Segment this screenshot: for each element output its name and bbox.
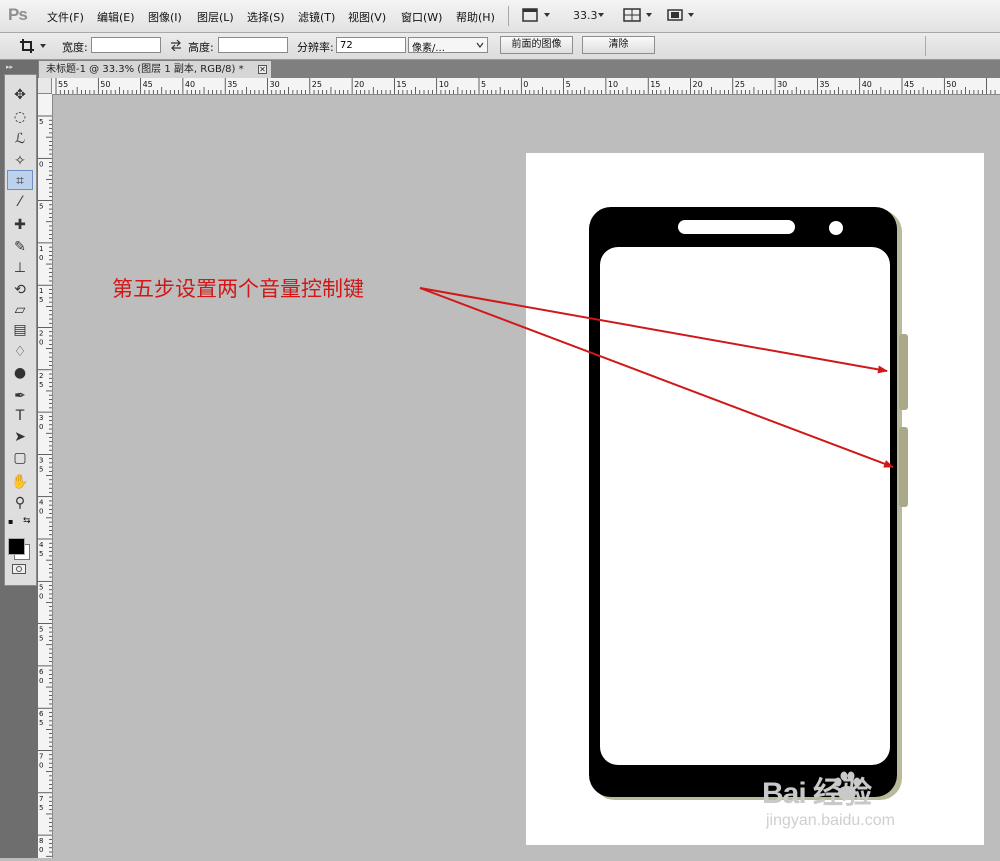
annotation-text: 第五步设置两个音量控制键 xyxy=(112,277,364,301)
canvas-artwork xyxy=(419,207,908,800)
volume-up-button xyxy=(899,334,908,410)
volume-down-button xyxy=(899,427,908,507)
phone-illustration xyxy=(589,207,908,800)
watermark-url: jingyan.baidu.com xyxy=(766,812,895,829)
baidu-watermark: Bai 经验 jingyan.baidu.com xyxy=(762,768,952,838)
paw-icon xyxy=(834,771,861,800)
phone-speaker xyxy=(678,220,795,234)
phone-camera xyxy=(829,221,843,235)
phone-screen xyxy=(600,247,890,765)
